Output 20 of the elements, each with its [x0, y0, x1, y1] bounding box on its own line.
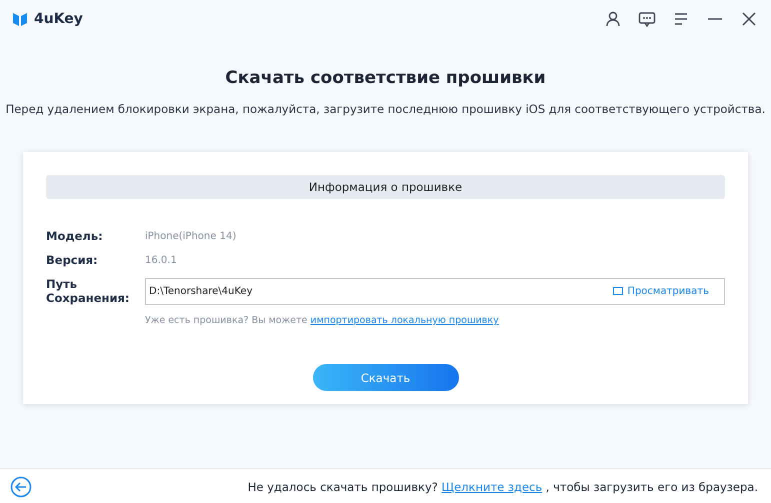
field-label: Путь Сохранения:	[46, 277, 130, 305]
import-link[interactable]: импортировать локальную прошивку	[310, 315, 499, 326]
path-field[interactable]: D:\Tenorshare\4uKey Просматривать	[145, 278, 725, 304]
back-icon[interactable]	[10, 476, 32, 498]
path-value: D:\Tenorshare\4uKey	[149, 286, 252, 296]
page-subtitle: Перед удалением блокировки экрана, пожалуйста, загрузите последнюю прошивку iOS для соответствующего устройства.	[6, 102, 766, 116]
download-button[interactable]: Скачать	[312, 364, 458, 391]
logo-icon	[12, 11, 28, 27]
section-header: Информация о прошивке	[46, 175, 725, 199]
page-title: Скачать соответствие прошивки	[225, 68, 546, 88]
app-name: 4uKey	[34, 11, 83, 27]
browse-button[interactable]: Просматривать	[613, 286, 709, 296]
import-hint: Уже есть прошивка? Вы можете импортировать локальную прошивку	[145, 315, 500, 326]
field-value: 16.0.1	[145, 254, 178, 266]
browser-link[interactable]: Щелкните здесь	[442, 480, 542, 494]
field-value: iPhone(iPhone 14)	[145, 230, 238, 242]
footer-message: Не удалось скачать прошивку? Щелкните здесь , чтобы загрузить его из браузера.	[248, 480, 759, 494]
folder-icon	[613, 287, 624, 295]
field-label: Версия:	[46, 253, 99, 267]
field-label: Модель:	[46, 229, 104, 243]
